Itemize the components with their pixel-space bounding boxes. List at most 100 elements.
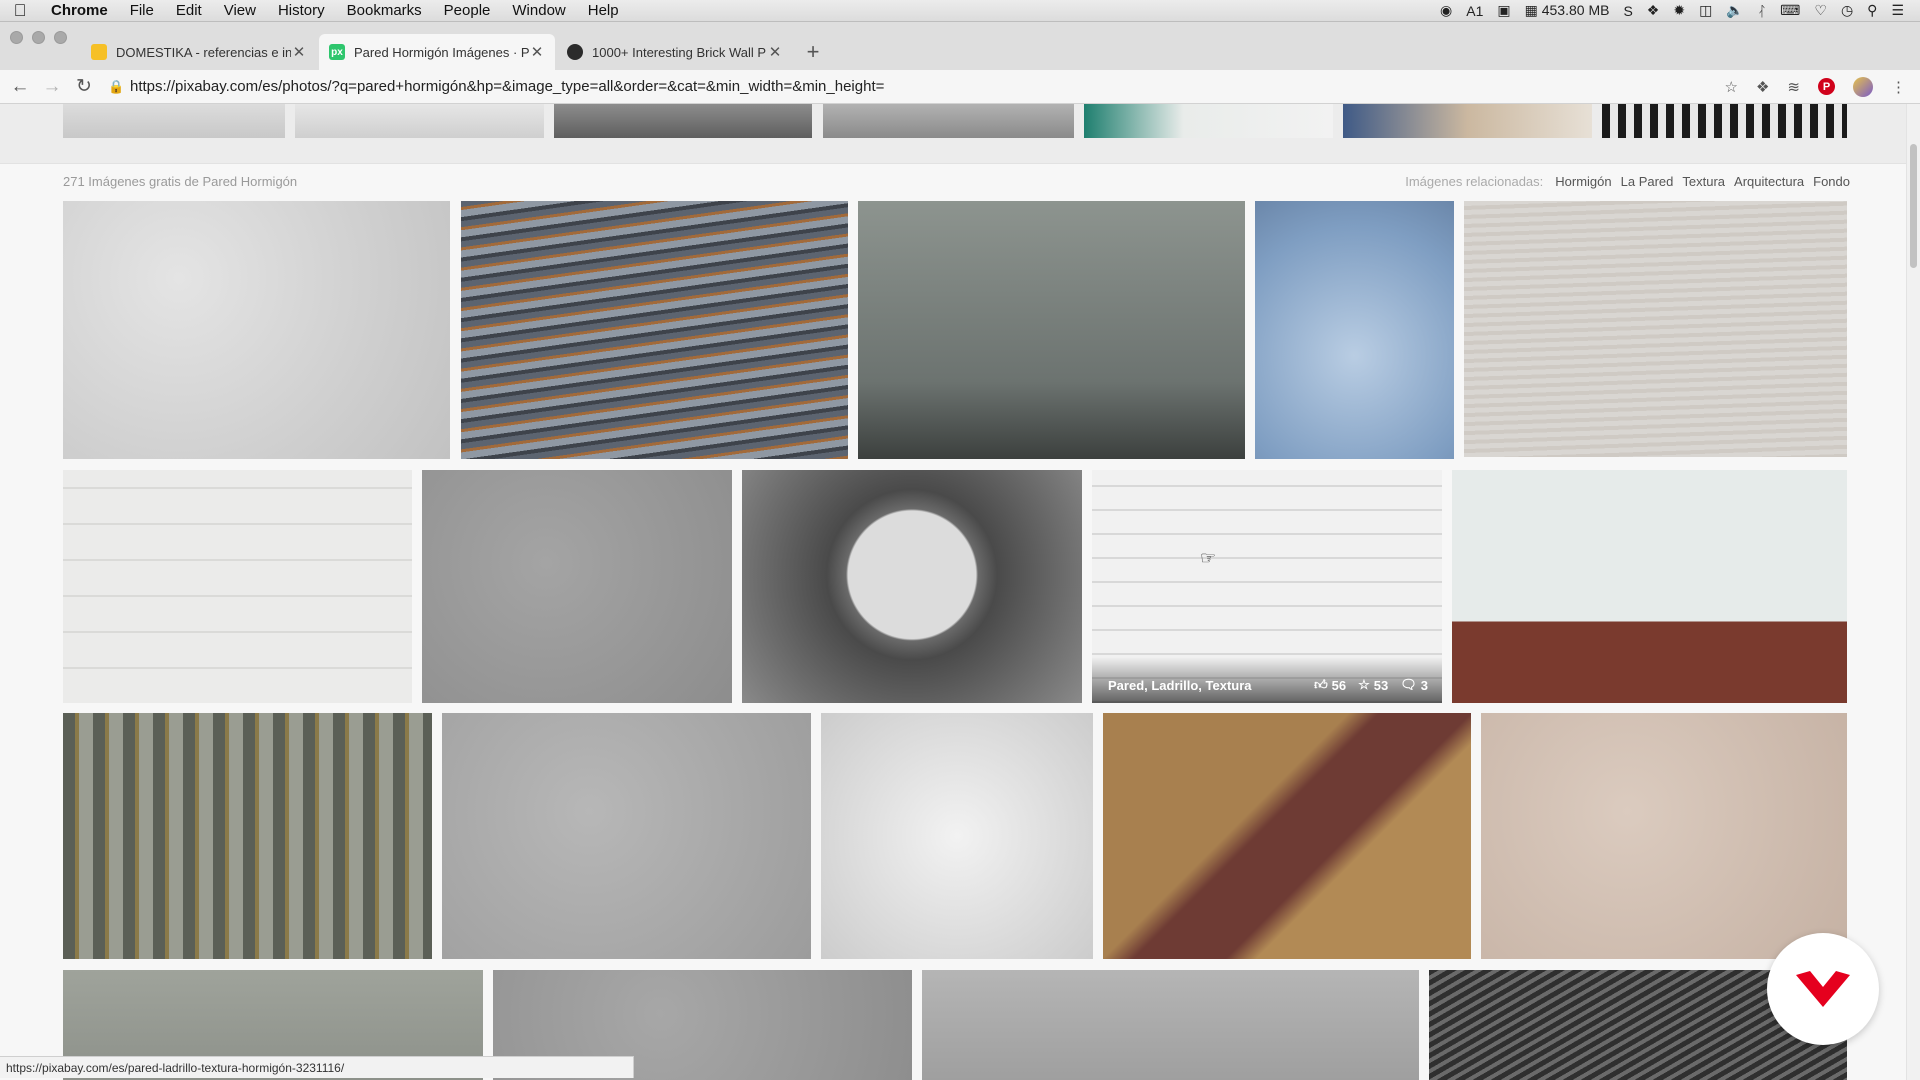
image-thumbnail-hovered[interactable]: Pared, Ladrillo, Textura 👍︎ 56 ☆ 53 🗨︎ 3 <box>1092 470 1442 703</box>
tab-pixabay[interactable]: px Pared Hormigón Imágenes · P ✕ <box>319 34 555 70</box>
close-tab-icon[interactable]: ✕ <box>767 43 783 61</box>
scrollbar-thumb[interactable] <box>1910 144 1917 268</box>
toolbar-extensions: ☆ ❖ ≋ P ⋮ <box>1715 76 1920 97</box>
pinterest-icon[interactable]: P <box>1818 78 1835 95</box>
address-url[interactable]: https://pixabay.com/es/photos/?q=pared+h… <box>130 78 884 95</box>
menu-help[interactable]: Help <box>577 2 630 19</box>
spotlight-icon[interactable]: ⚲ <box>1867 2 1877 19</box>
menu-history[interactable]: History <box>267 2 336 19</box>
new-tab-button[interactable]: + <box>795 34 831 70</box>
skype-icon[interactable]: S <box>1623 3 1632 19</box>
close-tab-icon[interactable]: ✕ <box>529 43 545 61</box>
strip-image[interactable] <box>1602 104 1847 138</box>
pointer-hand-icon: ☞ <box>1200 548 1217 568</box>
comments-stat[interactable]: 🗨︎ 3 <box>1400 677 1428 693</box>
image-thumbnail[interactable] <box>1255 201 1454 459</box>
image-thumbnail[interactable] <box>63 470 412 703</box>
strip-image[interactable] <box>823 104 1074 138</box>
related-link-textura[interactable]: Textura <box>1682 174 1725 189</box>
comment-icon: 🗨︎ <box>1400 677 1417 692</box>
back-arrow-icon[interactable]: ← <box>4 76 36 98</box>
clock-icon[interactable]: ◷ <box>1841 2 1853 19</box>
zoom-window-button[interactable] <box>54 31 67 44</box>
menu-view[interactable]: View <box>213 2 267 19</box>
likes-stat[interactable]: 👍︎ 56 <box>1314 677 1346 693</box>
related-images-strip <box>0 104 1920 164</box>
record-icon[interactable]: ◉ <box>1440 2 1452 19</box>
image-thumbnail[interactable] <box>1464 201 1847 457</box>
keyboard-icon[interactable]: ⌨ <box>1780 2 1800 19</box>
reload-icon[interactable]: ↻ <box>68 75 100 98</box>
likes-count: 56 <box>1331 677 1347 693</box>
image-thumbnail[interactable] <box>63 201 450 459</box>
memory-icon[interactable]: ▦ 453.80 MB <box>1525 2 1610 19</box>
bookmark-star-icon[interactable]: ☆ <box>1725 78 1738 96</box>
image-thumbnail[interactable] <box>922 970 1419 1080</box>
thumbs-up-icon: 👍︎ <box>1314 677 1328 692</box>
image-thumbnail[interactable] <box>1481 713 1847 959</box>
forward-arrow-icon[interactable]: → <box>36 76 68 98</box>
strip-image[interactable] <box>554 104 812 138</box>
menu-kebab-icon[interactable]: ⋮ <box>1891 78 1906 96</box>
minimize-window-button[interactable] <box>32 31 45 44</box>
image-thumbnail[interactable] <box>1103 713 1471 959</box>
extension-wave-icon[interactable]: ≋ <box>1787 78 1800 96</box>
menu-bookmarks[interactable]: Bookmarks <box>336 2 433 19</box>
tab-github[interactable]: 1000+ Interesting Brick Wall P ✕ <box>557 34 793 70</box>
profile-avatar[interactable] <box>1853 76 1873 97</box>
strip-image[interactable] <box>295 104 544 138</box>
image-thumbnail[interactable] <box>442 713 811 959</box>
close-window-button[interactable] <box>10 31 23 44</box>
tab-domestika[interactable]: DOMESTIKA - referencias e in ✕ <box>81 34 317 70</box>
lock-icon[interactable]: 🔒 <box>108 79 130 95</box>
image-thumbnail[interactable] <box>742 470 1082 703</box>
address-bar[interactable]: 🔒 https://pixabay.com/es/photos/?q=pared… <box>108 74 1715 100</box>
extension-blocker-icon[interactable]: ❖ <box>1756 78 1769 96</box>
related-link-la-pared[interactable]: La Pared <box>1621 174 1674 189</box>
related-link-fondo[interactable]: Fondo <box>1813 174 1850 189</box>
image-thumbnail[interactable] <box>858 201 1245 459</box>
image-thumbnail[interactable] <box>461 201 848 459</box>
window-controls <box>0 31 81 61</box>
comments-count: 3 <box>1420 677 1428 693</box>
tab-title: 1000+ Interesting Brick Wall P <box>592 44 767 60</box>
monitor-icon[interactable]: ▣ <box>1497 2 1510 19</box>
link-status-bubble: https://pixabay.com/es/pared-ladrillo-te… <box>0 1056 634 1078</box>
adobe-icon[interactable]: A1 <box>1466 3 1483 19</box>
extension-icon[interactable]: ✹ <box>1673 2 1685 19</box>
image-thumbnail[interactable] <box>821 713 1093 959</box>
volume-icon[interactable]: 🔈 <box>1726 2 1743 19</box>
display-icon[interactable]: ◫ <box>1699 2 1712 19</box>
bluetooth-icon[interactable]: ᛮ <box>1758 3 1766 19</box>
image-thumbnail[interactable] <box>422 470 732 703</box>
mac-menubar:  Chrome File Edit View History Bookmark… <box>0 0 1920 22</box>
favorites-stat[interactable]: ☆ 53 <box>1358 677 1388 693</box>
menubar-status-area: ◉ A1 ▣ ▦ 453.80 MB S ❖ ✹ ◫ 🔈 ᛮ ⌨ ♡ ◷ ⚲ ☰ <box>1440 2 1920 19</box>
domestika-floating-button[interactable] <box>1767 933 1879 1045</box>
pixabay-favicon-icon: px <box>329 44 345 60</box>
favorites-count: 53 <box>1373 677 1389 693</box>
related-link-arquitectura[interactable]: Arquitectura <box>1734 174 1804 189</box>
menu-app-chrome[interactable]: Chrome <box>40 2 119 19</box>
page-scrollbar[interactable] <box>1906 104 1920 1080</box>
page-content: 271 Imágenes gratis de Pared Hormigón Im… <box>0 104 1920 1080</box>
tab-title: DOMESTIKA - referencias e in <box>116 44 291 60</box>
github-favicon-icon <box>567 44 583 60</box>
image-thumbnail[interactable] <box>63 713 432 959</box>
dropbox-icon[interactable]: ❖ <box>1647 2 1660 19</box>
menu-edit[interactable]: Edit <box>165 2 213 19</box>
apple-icon[interactable]:  <box>0 1 40 21</box>
star-icon: ☆ <box>1358 677 1370 692</box>
menu-window[interactable]: Window <box>501 2 576 19</box>
strip-image[interactable] <box>63 104 285 138</box>
image-thumbnail[interactable] <box>1452 470 1847 703</box>
related-link-hormigon[interactable]: Hormigón <box>1555 174 1611 189</box>
strip-image[interactable] <box>1343 104 1592 138</box>
image-tags[interactable]: Pared, Ladrillo, Textura <box>1108 678 1252 693</box>
close-tab-icon[interactable]: ✕ <box>291 43 307 61</box>
wifi-icon[interactable]: ♡ <box>1814 2 1827 19</box>
strip-image[interactable] <box>1084 104 1333 138</box>
menu-people[interactable]: People <box>433 2 502 19</box>
menu-file[interactable]: File <box>119 2 165 19</box>
notification-center-icon[interactable]: ☰ <box>1891 2 1904 19</box>
